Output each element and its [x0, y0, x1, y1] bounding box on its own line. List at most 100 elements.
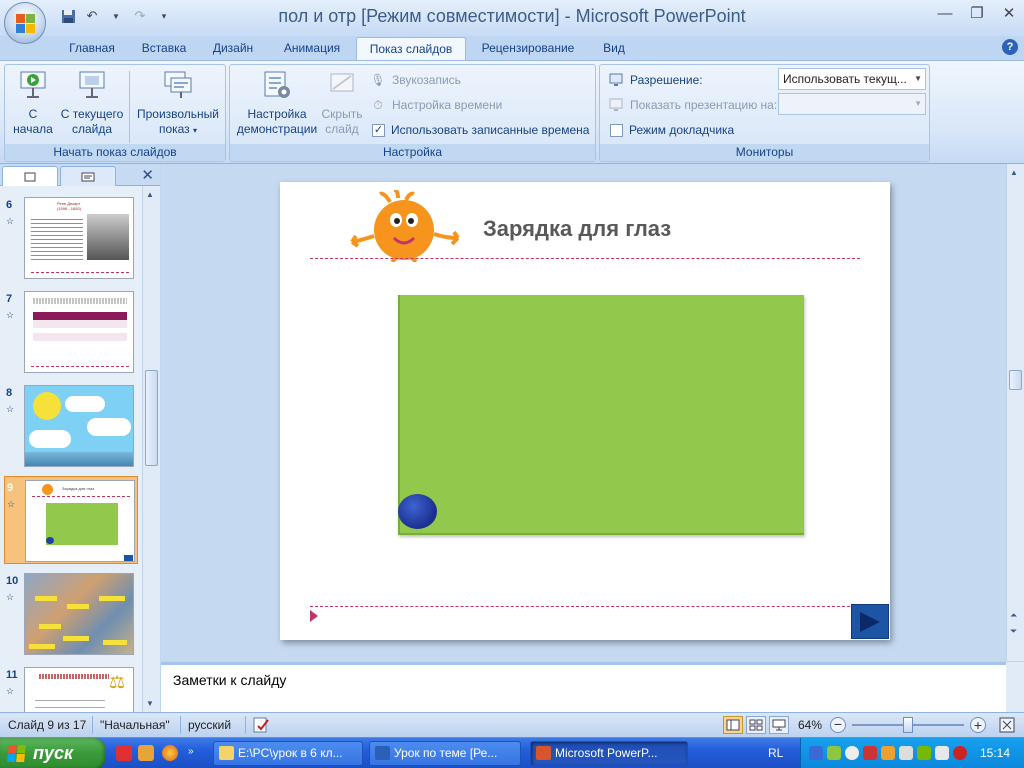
tray-icon[interactable] — [827, 746, 841, 760]
scroll-thumb[interactable] — [1009, 370, 1022, 390]
scroll-thumb[interactable] — [145, 370, 158, 466]
minimize-icon[interactable]: — — [934, 4, 956, 24]
taskbar-task-powerpoint[interactable]: Microsoft PowerP... — [530, 741, 688, 766]
quick-launch-icon[interactable] — [116, 745, 132, 761]
tray-icon[interactable] — [863, 746, 877, 760]
resolution-select[interactable]: Использовать текущ... ▼ — [778, 68, 926, 90]
previous-slide-icon[interactable]: ⏶ — [1010, 610, 1017, 621]
volume-icon[interactable] — [935, 746, 949, 760]
thumbnail-slide-9[interactable]: 9 ☆ Зарядка для глаз — [4, 476, 138, 564]
fit-to-window-button[interactable] — [998, 716, 1018, 734]
green-rectangle[interactable] — [398, 295, 804, 535]
tray-icon[interactable] — [809, 746, 823, 760]
close-icon[interactable]: ✕ — [141, 166, 154, 184]
record-narration-button[interactable]: 🎙 Звукозапись — [370, 70, 461, 90]
theme-name[interactable]: "Начальная" — [100, 718, 170, 732]
tab-home[interactable]: Главная — [60, 37, 124, 60]
tab-outline[interactable] — [60, 166, 116, 186]
hide-slide-button[interactable]: Скрыть слайд — [318, 69, 366, 137]
dropdown-arrow-icon[interactable]: ▼ — [106, 6, 126, 26]
notes-placeholder[interactable]: Заметки к слайду — [173, 672, 286, 688]
tray-icon[interactable] — [899, 746, 913, 760]
resolution-label: Разрешение: — [630, 73, 703, 87]
monitor-icon — [608, 72, 624, 88]
quick-launch-icon[interactable] — [138, 745, 154, 761]
slides-pane-scrollbar[interactable]: ▲ ▼ — [142, 186, 160, 712]
show-on-select[interactable]: ▼ — [778, 93, 926, 115]
blue-ball[interactable] — [398, 494, 437, 529]
zoom-slider-thumb[interactable] — [903, 717, 913, 733]
slide-scrollbar[interactable]: ▲ ⏶ ⏷ — [1006, 164, 1024, 661]
save-icon[interactable] — [58, 6, 78, 26]
presenter-view-checkbox[interactable]: Режим докладчика — [610, 120, 734, 140]
zoom-level[interactable]: 64% — [798, 718, 822, 732]
tab-slides[interactable] — [2, 166, 58, 186]
from-current-slide-button[interactable]: С текущего слайда — [57, 69, 127, 137]
thumbnail-slide-7[interactable]: 7 ☆ — [0, 288, 142, 376]
scroll-up-icon[interactable]: ▲ — [1010, 168, 1018, 177]
current-slide[interactable]: Зарядка для глаз — [280, 182, 890, 640]
slide-show-button[interactable] — [769, 716, 789, 734]
rehearse-timings-button[interactable]: ⏱ Настройка времени — [370, 95, 502, 115]
zoom-in-button[interactable]: + — [970, 717, 986, 733]
tab-view[interactable]: Вид — [594, 37, 634, 60]
thumbnail-title: Зарядка для глаз — [62, 486, 95, 491]
taskbar-task-word[interactable]: Урок по теме [Ре... — [369, 741, 521, 766]
tab-animation[interactable]: Анимация — [274, 37, 350, 60]
thumbnail-slide-11[interactable]: 11 ☆ ⚖ — [0, 664, 142, 712]
setup-show-button[interactable]: Настройка демонстрации — [234, 69, 320, 137]
show-on-label: Показать презентацию на: — [630, 98, 778, 112]
thumbnail-slide-10[interactable]: 10 ☆ — [0, 570, 142, 658]
spelling-check-icon[interactable] — [252, 716, 270, 734]
cloud-icon — [87, 418, 131, 436]
undo-icon[interactable]: ↶ — [82, 6, 102, 26]
sea — [25, 452, 133, 466]
help-icon[interactable]: ? — [1002, 39, 1018, 55]
next-slide-icon[interactable]: ⏷ — [1010, 626, 1017, 637]
notes-pane[interactable]: Заметки к слайду — [161, 662, 1006, 712]
firefox-icon[interactable] — [162, 745, 178, 761]
clock[interactable]: 15:14 — [980, 746, 1010, 760]
language-indicator[interactable]: русский — [188, 718, 231, 732]
use-timings-checkbox[interactable]: ✓ Использовать записанные времена — [372, 120, 589, 140]
notes-scrollbar[interactable] — [1006, 662, 1024, 712]
thumbnail-text-line — [33, 298, 127, 304]
restore-icon[interactable]: ❐ — [966, 4, 988, 24]
label-box — [39, 624, 61, 629]
thumbnail-slide-6[interactable]: 6 ☆ Рене Декарт (1596 - 1650) — [0, 194, 142, 282]
next-action-button[interactable] — [851, 604, 889, 639]
thumbnail-slide-8[interactable]: 8 ☆ — [0, 382, 142, 470]
start-button[interactable]: пуск — [0, 738, 106, 768]
redo-icon[interactable]: ↷ — [130, 6, 150, 26]
scroll-up-icon[interactable]: ▲ — [146, 190, 154, 199]
customize-qat-icon[interactable]: ▾ — [154, 6, 174, 26]
close-icon[interactable]: ✕ — [998, 4, 1020, 24]
tray-icon[interactable] — [845, 746, 859, 760]
slide-title[interactable]: Зарядка для глаз — [483, 216, 671, 242]
slide-sorter-button[interactable] — [746, 716, 766, 734]
tab-review[interactable]: Рецензирование — [474, 37, 582, 60]
chevron-right-icon[interactable]: » — [188, 746, 194, 757]
custom-show-button[interactable]: Произвольный показ ▾ — [133, 69, 223, 138]
chevron-down-icon: ▼ — [914, 99, 922, 108]
security-icon[interactable] — [953, 746, 967, 760]
label-box — [35, 596, 57, 601]
from-current-label-1: С текущего — [60, 107, 124, 121]
language-bar[interactable]: RL — [768, 746, 783, 760]
use-timings-check[interactable]: ✓ — [372, 123, 385, 137]
fit-window-icon — [999, 717, 1015, 733]
tab-slide-show[interactable]: Показ слайдов — [356, 37, 466, 60]
ribbon-tabs: Главная Вставка Дизайн Анимация Показ сл… — [0, 36, 1024, 60]
normal-view-button[interactable] — [723, 716, 743, 734]
tray-icon[interactable] — [881, 746, 895, 760]
taskbar-task-explorer[interactable]: E:\PC\урок в 6 кл... — [213, 741, 363, 766]
tab-insert[interactable]: Вставка — [132, 37, 196, 60]
nvidia-icon[interactable] — [917, 746, 931, 760]
tab-design[interactable]: Дизайн — [204, 37, 262, 60]
presenter-view-check[interactable] — [610, 123, 623, 137]
office-button[interactable] — [4, 2, 46, 44]
zoom-out-button[interactable]: − — [830, 717, 846, 733]
scroll-down-icon[interactable]: ▼ — [146, 699, 154, 708]
title-bar: ↶ ▼ ↷ ▾ пол и отр [Режим совместимости] … — [0, 0, 1024, 36]
from-beginning-button[interactable]: С начала — [9, 69, 57, 137]
